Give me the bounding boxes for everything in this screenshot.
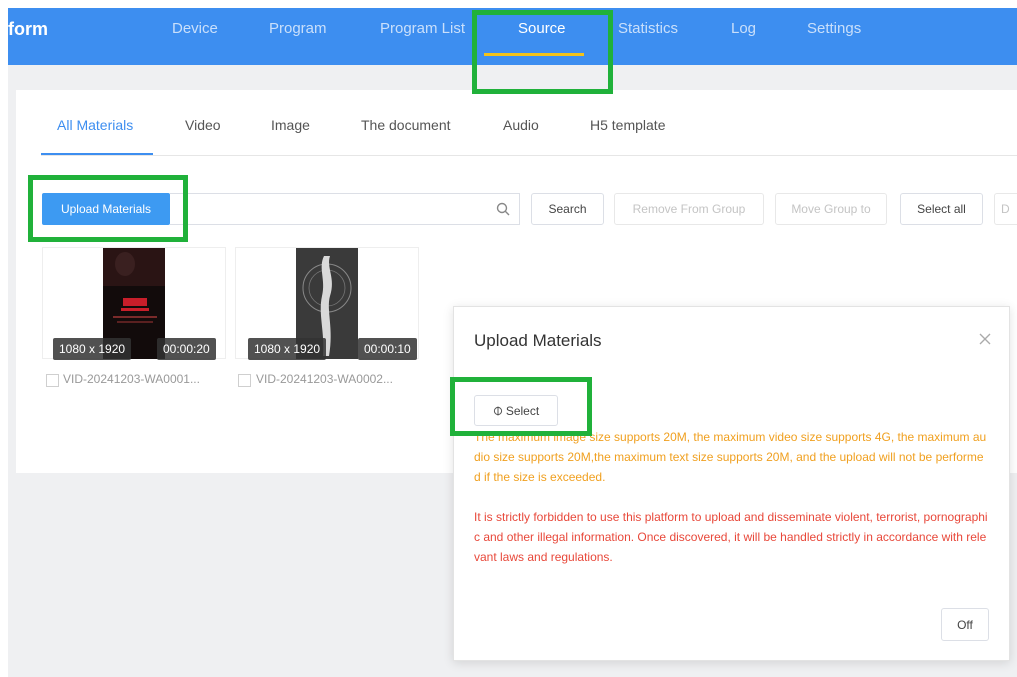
nav-item-statistics[interactable]: Statistics	[618, 20, 678, 37]
dialog-title: Upload Materials	[474, 331, 602, 350]
tab-all-materials[interactable]: All Materials	[57, 117, 133, 133]
tab-divider	[41, 155, 1017, 156]
material-card-2[interactable]: 1080 x 1920 00:00:10	[235, 247, 419, 360]
tab-image[interactable]: Image	[271, 117, 310, 133]
resolution-badge-2: 1080 x 1920	[248, 338, 327, 360]
highlight-select-button	[450, 377, 592, 436]
resolution-badge-1: 1080 x 1920	[53, 338, 132, 360]
extra-action-button[interactable]: D	[994, 193, 1017, 225]
close-icon[interactable]	[977, 331, 993, 347]
nav-item-settings[interactable]: Settings	[807, 20, 861, 37]
search-field[interactable]	[170, 193, 520, 225]
off-button[interactable]: Off	[941, 608, 989, 641]
nav-item-program-list[interactable]: Program List	[380, 20, 465, 37]
material-checkbox-2[interactable]	[238, 374, 251, 387]
tab-audio[interactable]: Audio	[503, 117, 539, 133]
search-button[interactable]: Search	[531, 193, 604, 225]
tab-video[interactable]: Video	[185, 117, 221, 133]
select-all-button[interactable]: Select all	[900, 193, 983, 225]
highlight-source-nav	[472, 10, 613, 94]
highlight-upload-button	[28, 175, 188, 242]
nav-item-device[interactable]: Device	[172, 20, 218, 37]
material-name-1: VID-20241203-WA0001...	[63, 372, 200, 386]
material-name-2: VID-20241203-WA0002...	[256, 372, 393, 386]
remove-from-group-button[interactable]: Remove From Group	[614, 193, 764, 225]
material-checkbox-1[interactable]	[46, 374, 59, 387]
tab-h5-template[interactable]: H5 template	[590, 117, 665, 133]
nav-item-log[interactable]: Log	[731, 20, 756, 37]
nav-item-program[interactable]: Program	[269, 20, 327, 37]
upload-materials-dialog: Upload Materials Select The maximum imag…	[453, 306, 1010, 661]
duration-badge-2: 00:00:10	[358, 338, 417, 360]
legal-warning-notice: It is strictly forbidden to use this pla…	[474, 510, 988, 564]
search-icon[interactable]	[495, 201, 511, 217]
move-group-to-button[interactable]: Move Group to	[775, 193, 887, 225]
search-input[interactable]	[170, 194, 470, 224]
brand-title: form	[8, 19, 48, 39]
active-tab-indicator	[41, 153, 153, 155]
duration-badge-1: 00:00:20	[157, 338, 216, 360]
material-card-1[interactable]: 1080 x 1920 00:00:20	[42, 247, 226, 360]
size-limit-notice: The maximum image size supports 20M, the…	[474, 430, 987, 484]
tab-the-document[interactable]: The document	[361, 117, 451, 133]
